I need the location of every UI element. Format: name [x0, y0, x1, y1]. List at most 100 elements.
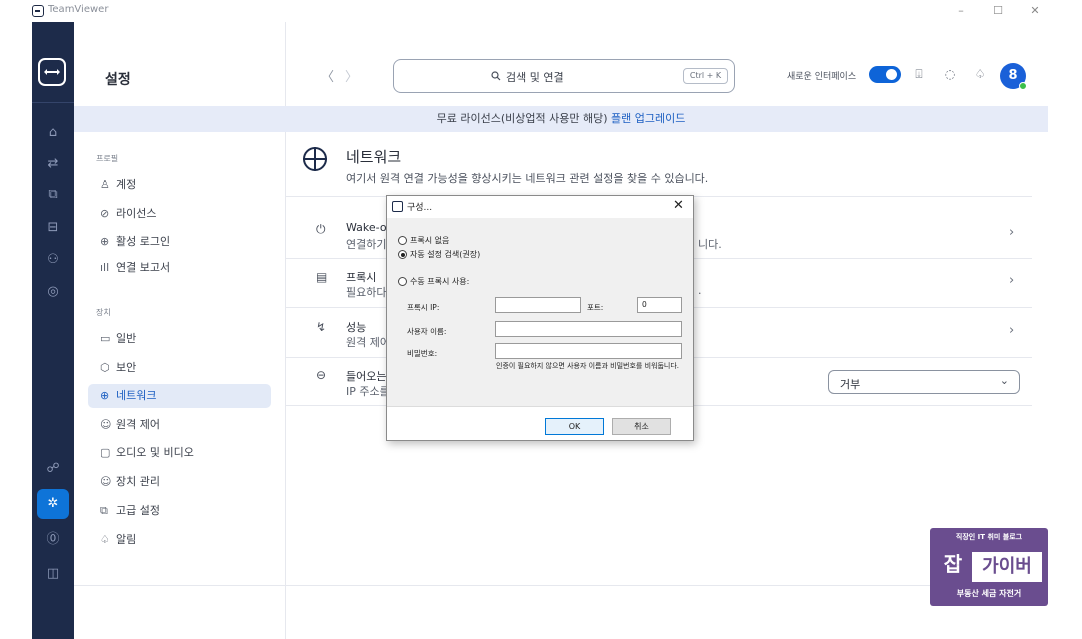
- contacts-icon[interactable]: ☍: [32, 458, 74, 480]
- new-interface-toggle[interactable]: [869, 66, 901, 83]
- forward-arrow-icon[interactable]: 〉: [345, 66, 358, 85]
- radio-manual-proxy[interactable]: [398, 277, 407, 286]
- nav-item-label: 고급 설정: [116, 504, 160, 517]
- nav-section-profile: 프로필: [96, 154, 119, 163]
- auth-hint: 인증이 필요하지 않으면 사용자 이름과 비밀번호를 비워둡니다.: [496, 362, 680, 370]
- window-titlebar: TeamViewer – ☐ ✕: [0, 0, 1082, 22]
- watermark-top-text: 직장인 IT 취미 블로그: [955, 533, 1023, 541]
- teamviewer-logo-icon: [392, 201, 403, 212]
- search-placeholder: 검색 및 연결: [506, 71, 564, 84]
- search-icon: [491, 71, 501, 81]
- watermark-big-left: 잡: [938, 548, 968, 580]
- username-field[interactable]: [495, 321, 682, 337]
- banner-text: 무료 라이선스(비상업적 사용만 해당): [436, 112, 608, 125]
- section-description: 여기서 원격 연결 가능성을 향상시키는 네트워크 관련 설정을 찾을 수 있습…: [346, 172, 709, 185]
- remote-control-icon: ☺: [100, 418, 112, 431]
- dialog-titlebar: 구성... ✕: [387, 196, 693, 218]
- advanced-settings-icon: ⧉: [100, 504, 108, 517]
- back-arrow-icon[interactable]: 〈: [321, 66, 334, 85]
- notification-bell-icon[interactable]: ♤: [972, 66, 988, 82]
- home-icon[interactable]: ⌂: [32, 122, 74, 144]
- nav-item-advanced-settings[interactable]: ⧉ 고급 설정: [88, 499, 271, 523]
- activity-log-icon: ⊕: [100, 235, 110, 248]
- ok-button[interactable]: OK: [545, 418, 604, 435]
- online-status-dot: [1019, 82, 1027, 90]
- nav-item-label: 연결 보고서: [116, 261, 171, 274]
- chevron-right-icon[interactable]: ›: [1009, 323, 1014, 338]
- nav-item-audio-video[interactable]: ▢ 오디오 및 비디오: [88, 441, 271, 465]
- connection-report-icon: ıll: [100, 261, 110, 274]
- incoming-icon: ⊖: [316, 368, 327, 382]
- username-label: 사용자 이름:: [407, 327, 447, 336]
- teamviewer-home-logo-icon[interactable]: [38, 58, 66, 86]
- nav-item-active-logins[interactable]: ⊕ 활성 로그인: [88, 230, 271, 254]
- watermark-big-right: 가이버: [972, 552, 1042, 582]
- close-window-button[interactable]: ✕: [1020, 1, 1050, 21]
- gear-icon[interactable]: ✲: [32, 493, 74, 515]
- nav-item-security[interactable]: ⬡ 보안: [88, 356, 271, 380]
- integrations-icon[interactable]: ⚇: [32, 249, 74, 271]
- row-description: IP 주소를: [346, 385, 390, 398]
- search-input[interactable]: 검색 및 연결 Ctrl + K: [393, 59, 735, 93]
- user-icon: ♙: [100, 178, 110, 191]
- password-field[interactable]: [495, 343, 682, 359]
- app-rail: ⌂ ⇄ ⧉ ⊟ ⚇ ◎ ☍ ✲ ⓪ ◫: [32, 22, 74, 639]
- maximize-button[interactable]: ☐: [983, 1, 1013, 21]
- nav-item-connection-report[interactable]: ıll 연결 보고서: [88, 256, 271, 280]
- new-interface-label: 새로운 인터페이스: [787, 72, 857, 82]
- globe-icon: ⊕: [100, 389, 110, 402]
- chat-icon[interactable]: ◌: [942, 66, 958, 82]
- search-shortcut-badge: Ctrl + K: [683, 68, 728, 84]
- security-icon[interactable]: ◎: [32, 281, 74, 303]
- cancel-button[interactable]: 취소: [612, 418, 671, 435]
- select-value: 거부: [840, 378, 861, 391]
- incoming-connections-select[interactable]: 거부 ⌄: [828, 370, 1020, 394]
- nav-item-network[interactable]: ⊕ 네트워크: [88, 384, 271, 408]
- teamviewer-logo-icon: [32, 5, 44, 17]
- nav-item-device-management[interactable]: ☺ 장치 관리: [88, 470, 271, 494]
- port-field[interactable]: 0: [637, 297, 682, 313]
- row-title: 프록시: [346, 271, 377, 284]
- help-icon[interactable]: ⓪: [32, 529, 74, 551]
- chevron-down-icon: ⌄: [999, 374, 1009, 387]
- nav-item-label: 일반: [116, 332, 137, 345]
- proxy-ip-field[interactable]: [495, 297, 581, 313]
- radio-auto-detect[interactable]: [398, 250, 407, 259]
- proxy-config-dialog: 구성... ✕ 프록시 없음 자동 설정 검색(권장) 수동 프록시 사용: 프…: [386, 195, 694, 441]
- download-icon[interactable]: ⍗: [911, 66, 927, 82]
- port-label: 포트:: [587, 303, 604, 312]
- nav-item-label: 네트워크: [116, 389, 157, 402]
- nav-item-notifications[interactable]: ♤ 알림: [88, 528, 271, 552]
- nav-item-label: 계정: [116, 178, 137, 191]
- radio-no-proxy[interactable]: [398, 236, 407, 245]
- minimize-button[interactable]: –: [946, 1, 976, 21]
- bell-icon: ♤: [100, 533, 110, 546]
- nav-item-account[interactable]: ♙ 계정: [88, 173, 271, 197]
- row-description-tail: 니다.: [698, 238, 722, 251]
- nav-item-remote-control[interactable]: ☺ 원격 제어: [88, 413, 271, 437]
- connect-arrows-icon[interactable]: ⇄: [32, 153, 74, 175]
- license-banner: 무료 라이선스(비상업적 사용만 해당) 플랜 업그레이드: [74, 106, 1048, 132]
- nav-item-general[interactable]: ▭ 일반: [88, 327, 271, 351]
- dialog-close-button[interactable]: ✕: [673, 198, 684, 213]
- page-title: 설정: [105, 72, 131, 88]
- row-title: Wake-o: [346, 221, 387, 234]
- nav-section-device: 장치: [96, 308, 111, 317]
- devices-icon[interactable]: ⊟: [32, 217, 74, 239]
- row-description-tail: .: [698, 284, 702, 297]
- remote-session-icon[interactable]: ⧉: [32, 184, 74, 206]
- license-icon: ⊘: [100, 207, 110, 220]
- shield-icon: ⬡: [100, 361, 110, 374]
- chevron-right-icon[interactable]: ›: [1009, 225, 1014, 240]
- power-icon: ⏻: [316, 222, 326, 236]
- dialog-title: 구성...: [407, 203, 433, 213]
- row-description: 원격 제어: [346, 336, 390, 349]
- section-title: 네트워크: [346, 148, 402, 166]
- row-title: 성능: [346, 321, 367, 334]
- nav-item-license[interactable]: ⊘ 라이선스: [88, 202, 271, 226]
- chevron-right-icon[interactable]: ›: [1009, 273, 1014, 288]
- radio-manual-proxy-label: 수동 프록시 사용:: [410, 277, 470, 286]
- nav-item-label: 원격 제어: [116, 418, 160, 431]
- collapse-sidebar-icon[interactable]: ◫: [32, 563, 74, 585]
- upgrade-plan-link[interactable]: 플랜 업그레이드: [611, 112, 685, 125]
